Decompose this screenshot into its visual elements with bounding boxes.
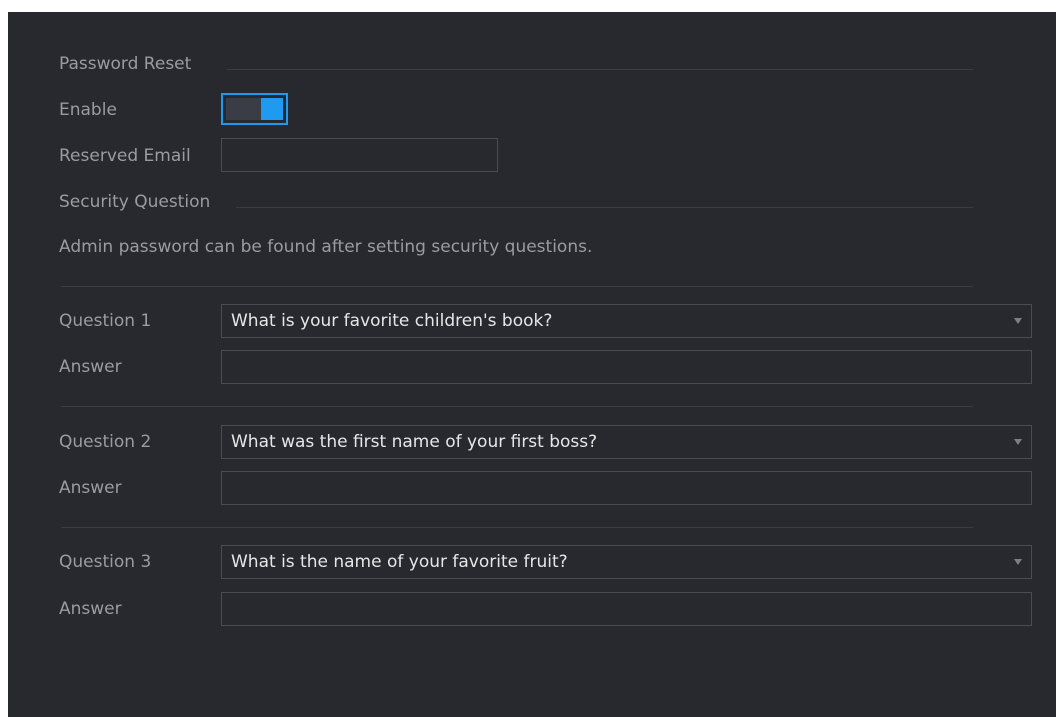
enable-toggle[interactable] [221,93,288,125]
security-question-title: Security Question [59,192,211,212]
answer-2-input[interactable] [221,471,1032,505]
question-2-label: Question 2 [59,432,152,452]
question-2-value: What was the first name of your first bo… [231,432,598,452]
question-3-value: What is the name of your favorite fruit? [231,552,568,572]
answer-1-input[interactable] [221,350,1032,384]
answer-2-label: Answer [59,478,122,498]
reserved-email-input[interactable] [221,138,498,172]
divider [61,286,973,287]
question-3-select[interactable]: What is the name of your favorite fruit? [221,545,1032,579]
section-divider [227,69,973,70]
toggle-knob [261,98,283,120]
answer-3-label: Answer [59,599,122,619]
reserved-email-label: Reserved Email [59,146,191,166]
section-divider [236,207,973,208]
password-reset-panel: Password Reset Enable Reserved Email Sec… [8,12,1056,717]
dropdown-arrow-icon [1014,439,1022,445]
answer-3-input[interactable] [221,592,1032,626]
question-2-select[interactable]: What was the first name of your first bo… [221,425,1032,459]
answer-1-label: Answer [59,357,122,377]
divider [61,406,973,407]
question-1-value: What is your favorite children's book? [231,311,553,331]
dropdown-arrow-icon [1014,559,1022,565]
enable-label: Enable [59,100,117,120]
question-3-label: Question 3 [59,552,152,572]
password-reset-title: Password Reset [59,54,192,74]
security-hint-text: Admin password can be found after settin… [59,237,593,257]
dropdown-arrow-icon [1014,318,1022,324]
question-1-select[interactable]: What is your favorite children's book? [221,304,1032,338]
question-1-label: Question 1 [59,311,152,331]
divider [61,527,973,528]
